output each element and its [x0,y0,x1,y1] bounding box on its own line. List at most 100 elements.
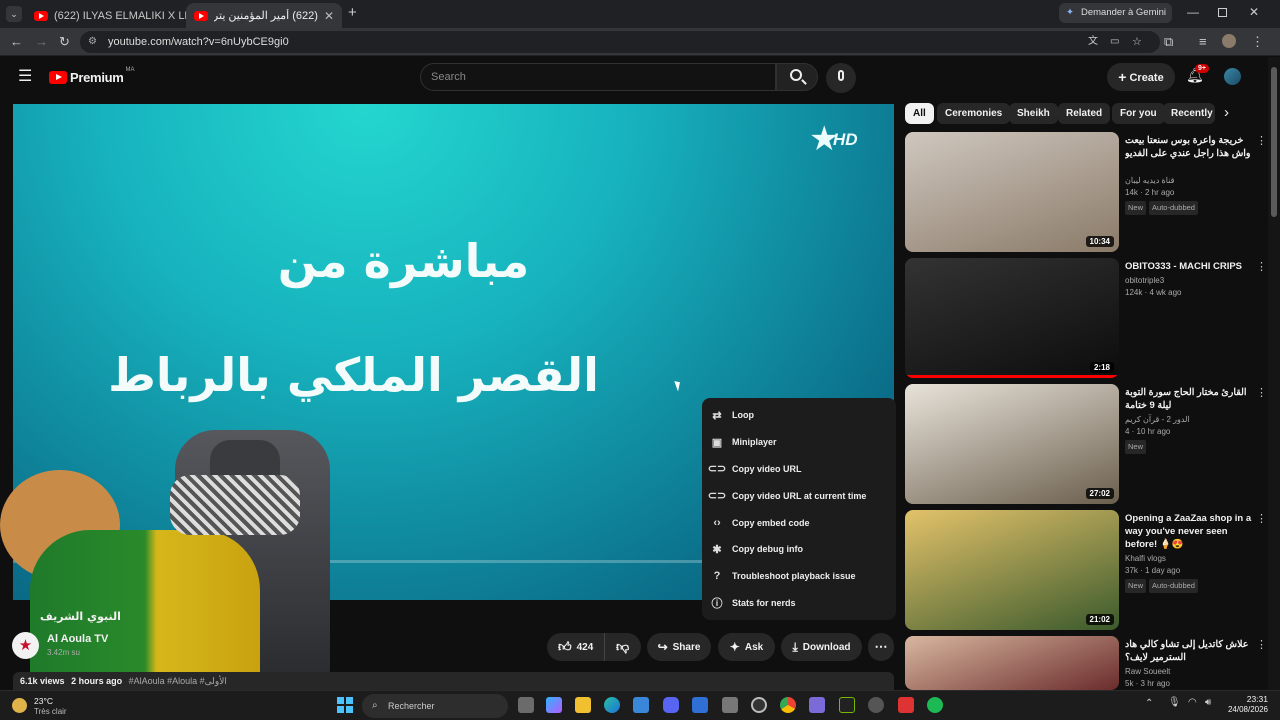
tab-search-button[interactable]: ⌄ [6,6,22,22]
close-tab-icon[interactable]: ✕ [318,9,334,23]
menu-item-miniplayer[interactable]: ▣ Miniplayer [702,429,896,456]
store-icon[interactable] [633,697,649,713]
minimize-icon[interactable]: — [1187,5,1199,19]
video-title[interactable]: خريجة واعرة بوس سنعتا بيعت واش هذا راجل … [1125,134,1255,160]
video-menu-icon[interactable]: ⋮ [1256,386,1267,399]
close-window-icon[interactable]: ✕ [1249,5,1259,19]
new-tab-button[interactable]: + [348,4,357,21]
chip-ceremonies[interactable]: Ceremonies [937,103,1011,124]
browser-tab-1[interactable]: (622) ILYAS ELMALIKI X LMORPHI ✕ [26,3,186,28]
extensions-icon[interactable]: ⧉ [1164,33,1173,51]
video-title[interactable]: علاش كاتديل إلى تشاو كالي هاد السترمير ل… [1125,638,1255,664]
youtube-premium-logo[interactable]: Premium MA [49,67,135,85]
chip-recently[interactable]: Recently [1163,103,1215,124]
obs-icon[interactable] [751,697,767,713]
menu-item-copy-embed[interactable]: ‹› Copy embed code [702,509,896,536]
search-input[interactable]: Search [420,63,776,91]
channel-avatar[interactable]: ★ [12,632,39,659]
edge-icon[interactable] [604,697,620,713]
menu-item-loop[interactable]: ⇄ Loop [702,402,896,429]
profile-avatar-icon[interactable] [1222,34,1236,48]
gemini-button[interactable]: ✦ Demander à Gemini [1059,3,1172,23]
weather-widget[interactable]: 23°C Très clair [12,694,102,718]
share-button[interactable]: ↪ Share [647,633,711,661]
scrollbar-thumb[interactable] [1271,67,1277,217]
tray-chevron-icon[interactable]: ⌃ [1145,698,1153,709]
task-view-icon[interactable] [518,697,534,713]
microphone-tray-icon[interactable]: 🎙︎ [1168,697,1181,708]
mail-icon[interactable] [692,697,708,713]
chip-related[interactable]: Related [1058,103,1111,124]
copilot-icon[interactable] [546,697,562,713]
video-thumbnail[interactable]: 10:34 [905,132,1119,252]
site-info-icon[interactable]: ⚙ [88,31,97,53]
search-button[interactable] [776,63,818,91]
page-scrollbar[interactable] [1268,57,1280,690]
maximize-icon[interactable] [1218,8,1227,17]
menu-item-copy-url[interactable]: ⊂⊃ Copy video URL [702,456,896,483]
nvidia-icon[interactable] [839,697,855,713]
ask-button[interactable]: ✦ Ask [718,633,775,661]
video-menu-icon[interactable]: ⋮ [1256,638,1267,651]
chips-next-icon[interactable]: › [1224,104,1229,121]
video-thumbnail[interactable] [905,636,1119,690]
voice-search-button[interactable] [826,63,856,93]
more-actions-button[interactable]: ⋯ [868,633,894,661]
bookmark-star-icon[interactable]: ☆ [1132,31,1142,53]
channel-name[interactable]: obitotriple3 [1125,275,1255,287]
channel-name[interactable]: Al Aoula TV [47,633,108,645]
browser-menu-icon[interactable]: ⋮ [1251,33,1264,51]
account-avatar[interactable] [1224,68,1241,85]
back-icon[interactable]: ← [10,33,23,51]
spotify-icon[interactable] [927,697,943,713]
video-title[interactable]: OBITO333 - MACHI CRIPS [1125,260,1255,273]
channel-name[interactable]: الدور 2 - قرآن كريم [1125,414,1255,426]
forward-icon[interactable]: → [35,33,48,51]
channel-name[interactable]: Khalfi vlogs [1125,553,1255,565]
menu-item-stats[interactable]: ⓘ Stats for nerds [702,590,896,617]
description-box[interactable]: 6.1k views 2 hours ago #AlAoula #Aloula … [13,672,894,690]
file-explorer-icon[interactable] [575,697,591,713]
chip-sheikh[interactable]: Sheikh [1009,103,1058,124]
recorder-icon[interactable] [898,697,914,713]
video-menu-icon[interactable]: ⋮ [1256,134,1267,147]
video-menu-icon[interactable]: ⋮ [1256,260,1267,273]
address-bar[interactable]: ⚙ youtube.com/watch?v=6nUybCE9gi0 文 ▭ ☆ [80,31,1160,53]
start-button[interactable] [337,697,353,713]
channel-name[interactable]: Raw Soueelt [1125,666,1255,678]
notifications-button[interactable]: 🔔︎ 9+ [1186,64,1209,85]
video-thumbnail[interactable]: 27:02 [905,384,1119,504]
gaming-icon[interactable] [809,697,825,713]
hashtags[interactable]: #AlAoula #Aloula #الأولى [129,676,227,686]
video-thumbnail[interactable]: 21:02 [905,510,1119,630]
dislike-button[interactable]: 👎︎ [605,639,629,655]
menu-item-copy-url-time[interactable]: ⊂⊃ Copy video URL at current time [702,482,896,509]
photos-icon[interactable] [722,697,738,713]
cast-icon[interactable]: ▭ [1110,31,1119,53]
media-app-icon[interactable] [868,697,884,713]
video-title[interactable]: القارئ مختار الحاج سورة التوبة ليلة 9 خت… [1125,386,1255,412]
wifi-icon[interactable]: ◠ [1188,697,1197,708]
browser-tab-2[interactable]: (622) أمير المؤمنين يترأس إحياء ✕ [186,3,342,28]
chip-all[interactable]: All [905,103,934,124]
chip-for-you[interactable]: For you [1112,103,1165,124]
video-menu-icon[interactable]: ⋮ [1256,512,1267,525]
create-button[interactable]: + Create [1107,63,1175,91]
discord-icon[interactable] [663,697,679,713]
like-button[interactable]: 👍︎ 424 [547,633,605,661]
clock-date[interactable]: 24/08/2026 [1222,705,1268,714]
download-button[interactable]: ⤓ Download [781,633,862,661]
guide-menu-icon[interactable]: ☰ [18,66,32,86]
channel-name[interactable]: قناة ديديه ليبان [1125,175,1255,187]
taskbar-search[interactable]: ⌕ Rechercher [362,694,508,718]
volume-icon[interactable]: 🔊︎ [1205,697,1211,708]
menu-item-troubleshoot[interactable]: ? Troubleshoot playback issue [702,563,896,590]
chrome-icon[interactable] [780,697,796,713]
video-thumbnail[interactable]: 2:18 [905,258,1119,378]
reload-icon[interactable]: ↻ [59,33,70,51]
video-title[interactable]: Opening a ZaaZaa shop in a way you've ne… [1125,512,1255,551]
menu-item-debug-info[interactable]: ✱ Copy debug info [702,536,896,563]
media-control-icon[interactable]: ≡ [1199,33,1207,51]
translate-icon[interactable]: 文 [1088,31,1098,53]
clock-time[interactable]: 23:31 [1232,694,1268,704]
